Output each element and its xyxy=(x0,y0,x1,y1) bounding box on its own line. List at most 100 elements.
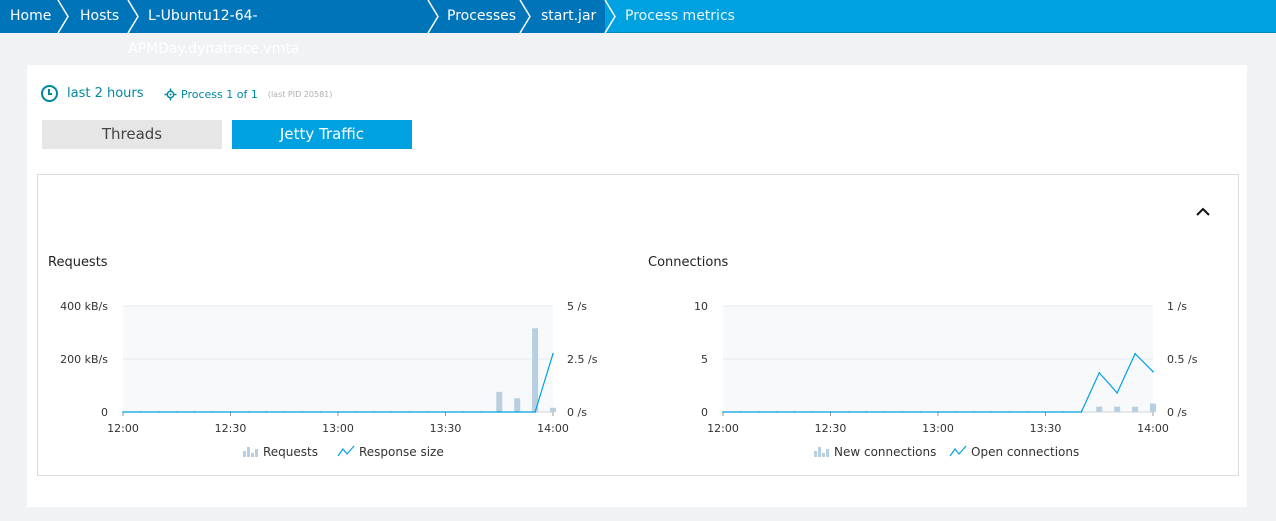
line-point xyxy=(865,411,868,413)
line-point xyxy=(990,411,993,413)
x-tick-label: 13:00 xyxy=(922,422,954,435)
line-point xyxy=(552,352,554,355)
x-tick-label: 14:00 xyxy=(1137,422,1169,435)
line-point xyxy=(301,411,303,413)
line-point xyxy=(758,411,760,413)
process-metrics-panel: last 2 hours Process 1 of 1 (last PID 20… xyxy=(27,65,1247,507)
line-point xyxy=(283,411,286,413)
line-point xyxy=(937,411,939,413)
legend-bar-glyph xyxy=(822,453,825,457)
x-tick-label: 13:30 xyxy=(1030,422,1062,435)
pid-label: (last PID 20581) xyxy=(267,89,333,99)
bar-chart-icon xyxy=(814,447,829,457)
line-point xyxy=(193,411,196,413)
legend-bar-glyph xyxy=(814,451,817,457)
bar xyxy=(496,391,503,412)
breadcrumb-separator-icon xyxy=(427,0,439,33)
line-point xyxy=(1026,411,1029,413)
process-icon xyxy=(164,88,177,100)
legend-bar-glyph xyxy=(826,449,829,457)
legend-label: Open connections xyxy=(971,445,1079,459)
timeframe-selector[interactable]: last 2 hours xyxy=(41,83,144,103)
bar xyxy=(1096,406,1103,412)
line-point xyxy=(373,411,375,413)
line-point xyxy=(140,411,142,413)
breadcrumb-separator-icon xyxy=(127,0,139,33)
line-point xyxy=(1080,411,1083,413)
bar xyxy=(1132,406,1139,412)
line-point xyxy=(901,411,903,413)
legend-line-glyph xyxy=(949,445,967,457)
bar xyxy=(532,328,539,412)
y-tick-label-left: 10 xyxy=(694,300,708,313)
line-point xyxy=(426,411,429,413)
x-tick-label: 13:00 xyxy=(322,422,354,435)
legend-bar-glyph xyxy=(251,453,254,457)
line-point xyxy=(1152,370,1154,373)
breadcrumb: Home Hosts L-Ubuntu12-64-APMDay.dynatrac… xyxy=(0,0,1276,57)
x-tick-label: 14:00 xyxy=(537,422,569,435)
legend-bar-glyph xyxy=(247,447,250,457)
line-point xyxy=(847,411,850,413)
tab-jetty-traffic[interactable]: Jetty Traffic xyxy=(232,120,412,149)
line-point xyxy=(1044,411,1047,413)
y-tick-label-right: 0 /s xyxy=(567,406,587,419)
line-point xyxy=(883,411,886,413)
line-point xyxy=(265,411,268,413)
line-point xyxy=(390,411,393,413)
x-tick-label: 12:00 xyxy=(707,422,739,435)
connections-chart: 0 5 10 0 /s 0.5 /s 1 /s 12:00 12:30 13:00 13:30 14… xyxy=(694,300,1198,459)
line-chart-icon xyxy=(949,445,967,457)
chart-title-requests: Requests xyxy=(48,255,108,270)
process-selector[interactable]: Process 1 of 1 (last PID 20581) xyxy=(164,85,332,103)
line-point xyxy=(337,411,339,413)
line-chart-icon xyxy=(337,445,355,457)
line-point xyxy=(158,411,160,413)
y-tick-label-left: 0 xyxy=(101,406,108,419)
breadcrumb-host[interactable]: L-Ubuntu12-64-APMDay.dynatrace.vmta xyxy=(128,0,428,57)
y-tick-label-right: 0.5 /s xyxy=(1167,353,1198,366)
line-point xyxy=(247,411,250,413)
breadcrumb-home[interactable]: Home xyxy=(0,0,58,33)
y-tick-label-right: 5 /s xyxy=(567,300,587,313)
legend-label: New connections xyxy=(834,445,936,459)
bar xyxy=(1114,406,1121,412)
line-point xyxy=(1062,411,1065,413)
line-point xyxy=(1134,352,1136,355)
line-point xyxy=(516,411,518,413)
breadcrumb-separator-icon xyxy=(519,0,531,33)
line-point xyxy=(480,411,483,413)
line-point xyxy=(319,411,321,413)
timeframe-label: last 2 hours xyxy=(67,85,144,101)
legend-line-glyph xyxy=(337,445,355,457)
legend-bar-glyph xyxy=(243,451,246,457)
line-point xyxy=(811,411,814,413)
y-tick-label-left: 0 xyxy=(701,406,708,419)
line-point xyxy=(462,411,465,413)
x-tick-label: 12:30 xyxy=(815,422,847,435)
line-point xyxy=(1116,392,1118,394)
legend-label: Response size xyxy=(359,445,444,459)
bar-chart-icon xyxy=(243,447,258,457)
line-point xyxy=(498,411,501,413)
legend-bar-glyph xyxy=(255,449,258,457)
y-tick-label-left: 5 xyxy=(701,353,708,366)
line-point xyxy=(955,411,957,413)
line-point xyxy=(740,411,742,413)
line-point xyxy=(211,411,214,413)
requests-chart: 0 200 kB/s 400 kB/s 0 /s 2.5 /s 5 /s 12:00 12:3… xyxy=(60,300,598,459)
line-point xyxy=(829,411,832,413)
charts-container: Requests Connections 0 200 kB/s 400 kB/s 0 … xyxy=(37,174,1239,476)
y-tick-label-right: 2.5 /s xyxy=(567,353,598,366)
line-point xyxy=(775,411,778,413)
chevron-up-icon[interactable] xyxy=(1193,202,1213,222)
bar xyxy=(1150,403,1156,412)
bar xyxy=(550,407,556,412)
line-point xyxy=(229,411,232,413)
chart-title-connections: Connections xyxy=(648,255,729,270)
line-point xyxy=(444,411,447,413)
x-tick-label: 13:30 xyxy=(430,422,462,435)
line-point xyxy=(973,411,975,413)
legend-bar-glyph xyxy=(818,447,821,457)
tab-threads[interactable]: Threads xyxy=(42,120,222,149)
